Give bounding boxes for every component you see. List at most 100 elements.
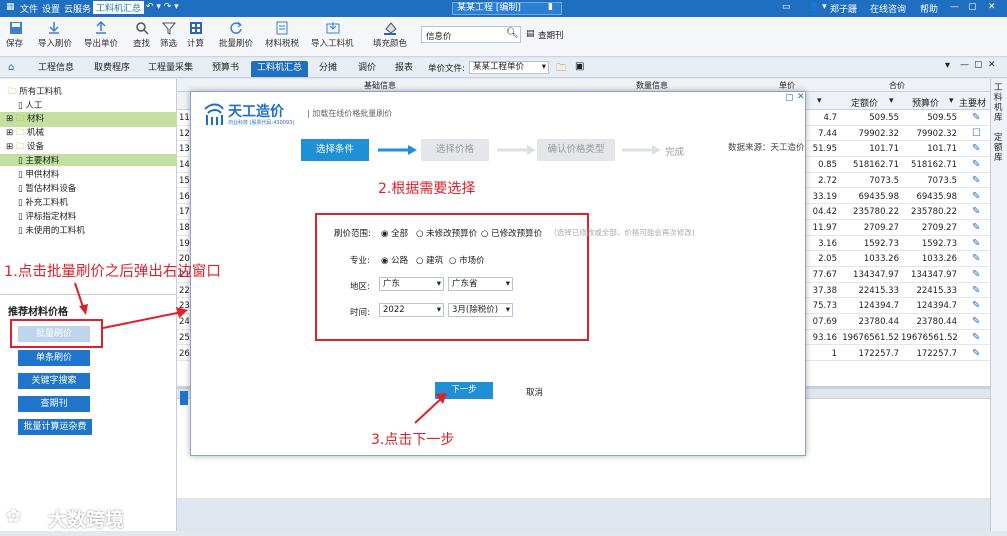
minimize-icon[interactable]: — [950,2,959,12]
user-icon[interactable]: 👤 ▾ [808,2,827,12]
range-all-radio[interactable]: ◉ 全部 [381,227,408,239]
range-modified-radio[interactable]: ○ 已修改预算价 [481,227,542,239]
edit-icon[interactable]: ✎ [972,300,980,311]
edit-icon[interactable]: ✎ [972,112,980,123]
quota-price-cell[interactable]: 19676561.52 [839,333,899,343]
query-journal-button[interactable]: 查期刊 [538,29,564,41]
tab-budget[interactable]: 预算书 [206,61,245,77]
panel-restore-icon[interactable]: ▢ [974,60,983,70]
budget-price-cell[interactable]: 22415.33 [901,286,957,296]
budget-price-cell[interactable]: 518162.71 [901,160,957,170]
title-dropdown-icon[interactable]: ▮ [548,2,553,12]
budget-price-cell[interactable]: 19676561.52 [901,333,958,343]
major-market-radio[interactable]: ○ 市场价 [449,254,485,266]
edit-icon[interactable]: ✎ [972,348,980,359]
quota-price-cell[interactable]: 1592.73 [839,239,899,249]
region-city-select[interactable]: 广东省 ▾ [448,277,513,291]
user-name[interactable]: 郑子跚 [830,2,857,15]
budget-price-cell[interactable]: 7073.5 [901,176,957,186]
pin-icon[interactable]: ▾ [945,60,950,71]
budget-price-cell[interactable]: 23780.44 [901,317,957,327]
tab-material-summary[interactable]: 工料机汇总 [251,61,309,77]
budget-price-cell[interactable]: 235780.22 [901,207,957,217]
import-price-button[interactable]: 导入刷价 [38,37,72,49]
undo-icon[interactable]: ↶ ▾ ↷ ▾ [146,2,179,12]
menu-file[interactable]: 文件 [20,2,38,15]
edit-icon[interactable]: ✎ [972,159,980,170]
online-help[interactable]: 在线咨询 [870,2,906,15]
edit-icon[interactable]: ✎ [972,285,980,296]
edit-icon[interactable]: ✎ [972,206,980,217]
edit-icon[interactable]: ✎ [972,253,980,264]
header-main-material[interactable]: 主要材 [959,96,986,109]
tree-item-equipment[interactable]: ⊞ 🗀 设备 [6,140,44,155]
quota-price-cell[interactable]: 172257.7 [839,349,899,359]
tab-report[interactable]: 报表 [389,61,419,77]
single-price-button[interactable]: 单条刷价 [18,350,90,366]
close-icon[interactable]: ✕ [988,2,996,12]
quota-price-cell[interactable]: 518162.71 [839,160,899,170]
menu-settings[interactable]: 设置 [42,2,60,15]
tab-project-info[interactable]: 工程信息 [32,61,80,77]
cancel-button[interactable]: 取消 [526,386,543,398]
time-month-select[interactable]: 3月(除税价) ▾ [448,303,513,317]
find-button[interactable]: 查找 [133,37,150,49]
budget-price-cell[interactable]: 1592.73 [901,239,957,249]
detail-tab[interactable] [180,391,188,405]
filter-button[interactable]: 筛选 [160,37,177,49]
edit-icon[interactable]: ✎ [972,222,980,233]
budget-price-cell[interactable]: 172257.7 [901,349,957,359]
header-budget-price[interactable]: 预算价 [912,96,939,109]
tree-item-material[interactable]: ⊞ 🗀 材料 [0,112,177,127]
header-quota-price[interactable]: 定额价 [851,96,878,109]
budget-price-cell[interactable]: 124394.7 [901,301,957,311]
export-price-button[interactable]: 导出单价 [84,37,118,49]
fill-color-button[interactable]: 填充颜色 [373,37,407,49]
quota-price-cell[interactable]: 235780.22 [839,207,899,217]
tree-root[interactable]: 🗀 所有工料机 [8,85,62,100]
tree-item-designated[interactable]: ▯ 评标指定材料 [18,210,76,222]
quota-price-cell[interactable]: 2709.27 [839,223,899,233]
batch-price-ribbon-button[interactable]: 批量刷价 [219,37,253,49]
menu-cloud[interactable]: 云服务 [64,2,91,15]
home-icon[interactable]: ⌂ [8,62,14,73]
edit-icon[interactable]: ✎ [972,191,980,202]
chevron-down-icon[interactable]: ▾ [949,96,954,106]
tree-item-labor[interactable]: ▯ 人工 [18,99,42,111]
quota-price-cell[interactable]: 1033.26 [839,254,899,264]
edit-icon[interactable]: ✎ [972,269,980,280]
dialog-close-icon[interactable]: ✕ [797,92,805,102]
range-unmodified-radio[interactable]: ○ 未修改预算价 [416,227,477,239]
chevron-down-icon[interactable]: ▾ [889,96,894,106]
keyword-search-button[interactable]: 关键字搜索 [18,373,90,389]
budget-price-cell[interactable]: 2709.27 [901,223,957,233]
budget-price-cell[interactable]: 1033.26 [901,254,957,264]
sidebar-quota-lib[interactable]: 定额库 [994,133,1004,163]
calculate-button[interactable]: 计算 [187,37,204,49]
sidebar-material-lib[interactable]: 工料机库 [994,83,1004,123]
monitor-icon[interactable]: ▭ [782,2,791,12]
save-button[interactable]: 保存 [6,37,23,49]
quota-price-cell[interactable]: 134347.97 [839,270,899,280]
tab-allocation[interactable]: 分摊 [313,61,343,77]
help-menu[interactable]: 帮助 [920,2,938,15]
panel-close-icon[interactable]: ✕ [988,60,996,70]
tree-item-machinery[interactable]: ⊞ 🗀 机械 [6,126,44,141]
tree-item-main-material[interactable]: ▯ 主要材料 [0,154,177,166]
tree-item-supplied[interactable]: ▯ 甲供材料 [18,168,59,180]
menu-summary[interactable]: 工料机汇总 [93,1,145,14]
maximize-icon[interactable]: ▢ [968,2,977,12]
budget-price-cell[interactable]: 134347.97 [901,270,957,280]
batch-freight-button[interactable]: 批量计算运杂费 [18,419,92,435]
quota-price-cell[interactable]: 23780.44 [839,317,899,327]
tab-price-adjust[interactable]: 调价 [352,61,382,77]
folder-icon[interactable]: 🗀 [556,61,566,78]
edit-icon[interactable]: ✎ [972,332,980,343]
query-journal-left-button[interactable]: 查期刊 [18,396,90,412]
quota-price-cell[interactable]: 7073.5 [839,176,899,186]
quota-price-cell[interactable]: 22415.33 [839,286,899,296]
tree-item-unused[interactable]: ▯ 未使用的工料机 [18,224,85,236]
info-price-search-box[interactable]: 信息价 🔍︎ [421,26,521,43]
image-icon[interactable]: ▣ [575,61,584,72]
dialog-maximize-icon[interactable]: ▢ [785,93,794,103]
